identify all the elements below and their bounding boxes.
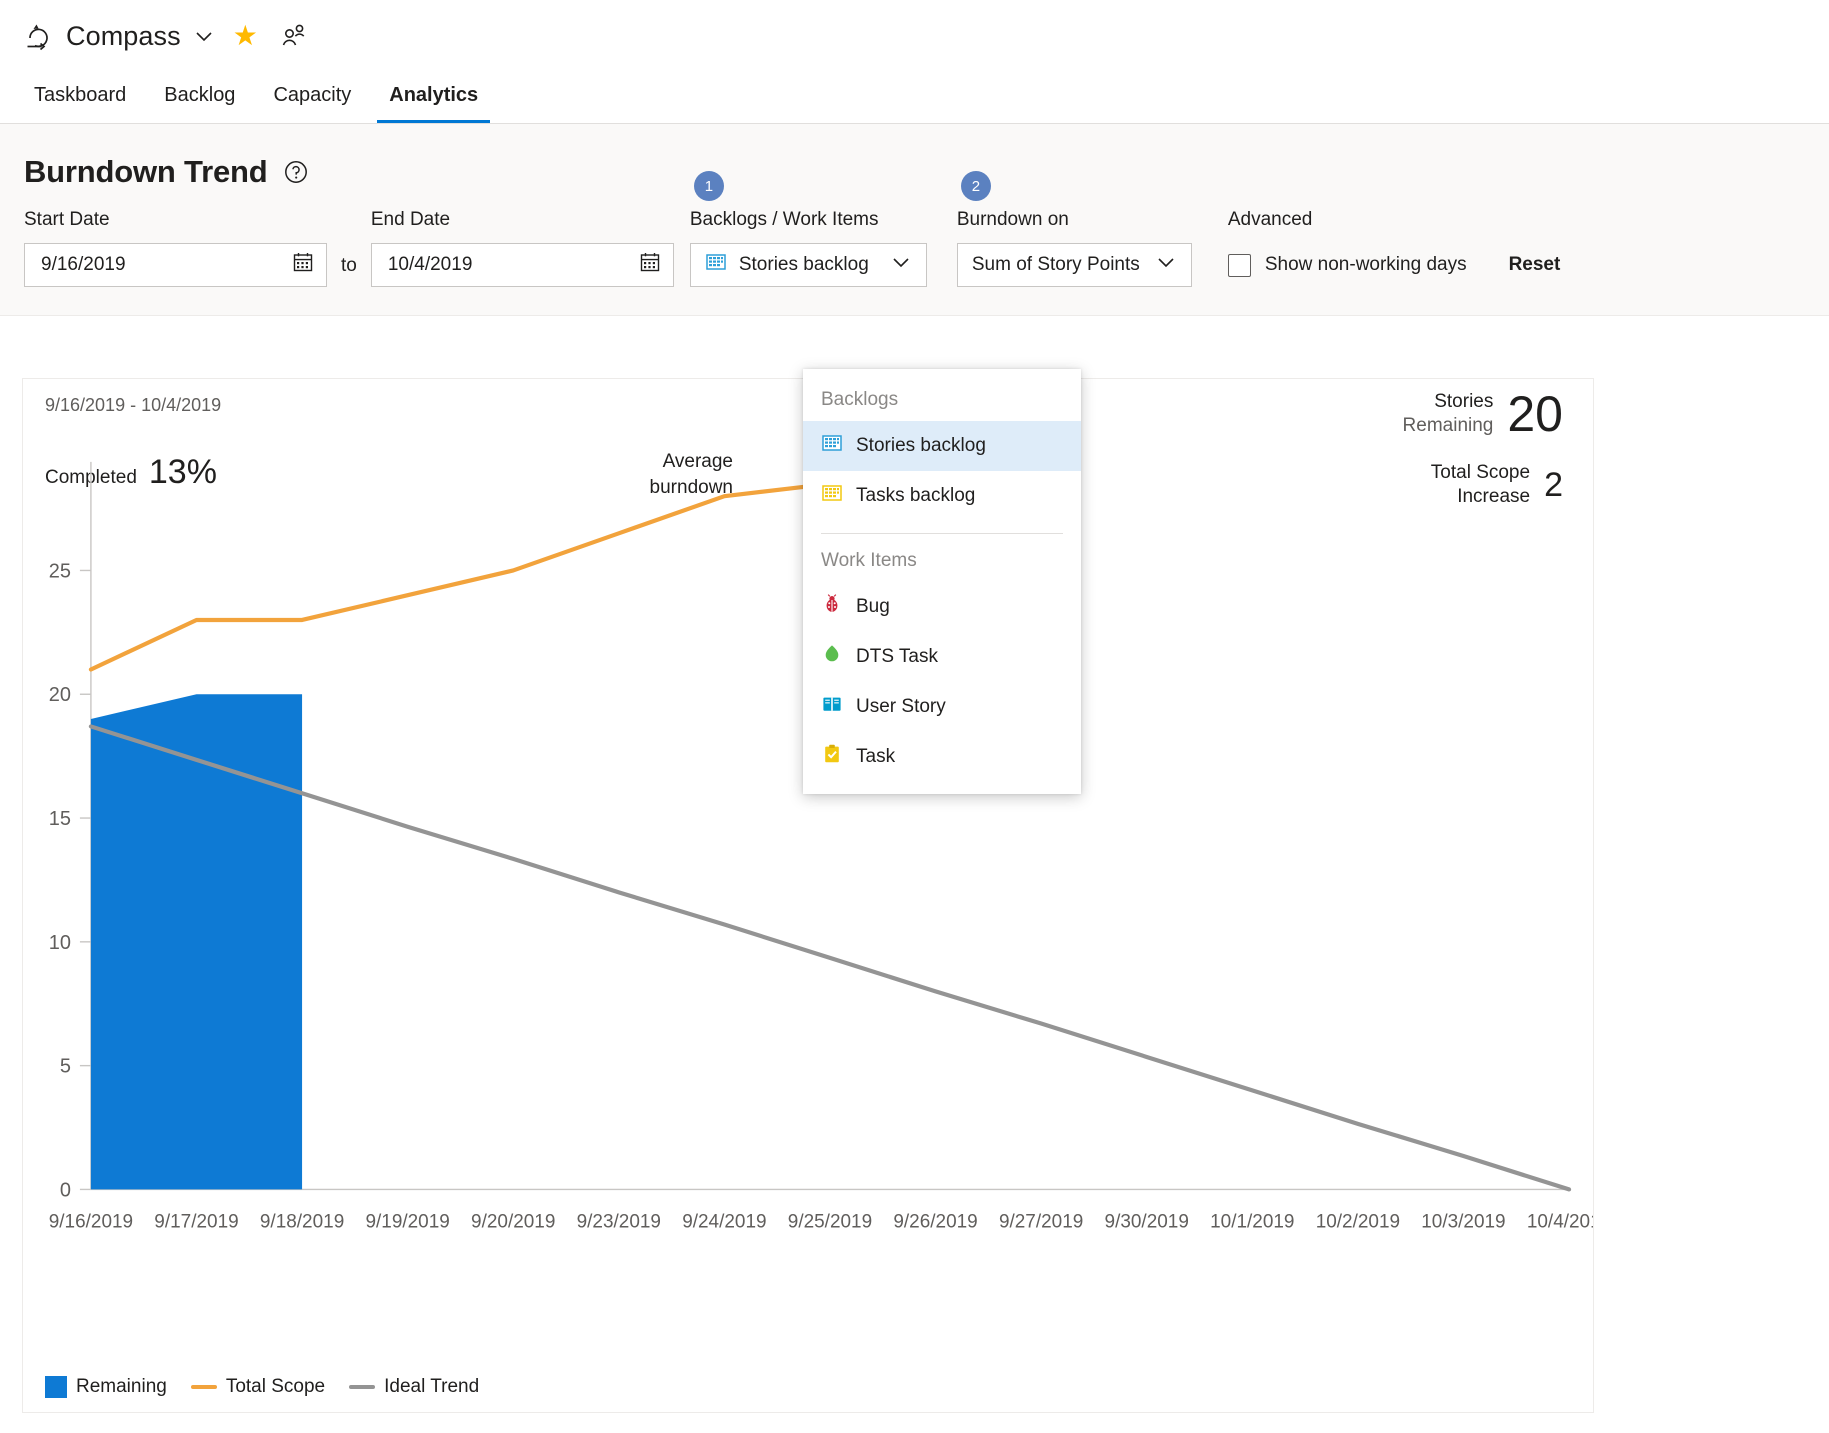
dropdown-item-label: DTS Task [856, 646, 938, 668]
user-story-icon [821, 693, 843, 721]
backlogs-label: Backlogs / Work Items [690, 209, 927, 231]
task-icon [821, 743, 843, 771]
svg-text:9/25/2019: 9/25/2019 [788, 1211, 872, 1232]
dropdown-item-task[interactable]: Task [803, 732, 1081, 782]
tab-capacity[interactable]: Capacity [261, 84, 363, 123]
legend-swatch-ideal-trend [349, 1385, 375, 1389]
end-date-group: End Date 10/4/2019 [371, 209, 674, 287]
burndown-on-dropdown[interactable]: Sum of Story Points [957, 243, 1192, 287]
dropdown-item-dts-task[interactable]: DTS Task [803, 632, 1081, 682]
top-bar: Compass ★ [0, 0, 1829, 72]
svg-text:9/18/2019: 9/18/2019 [260, 1211, 344, 1232]
dts-task-icon [821, 643, 843, 671]
legend-item-ideal-trend[interactable]: Ideal Trend [349, 1376, 479, 1398]
svg-text:10: 10 [49, 932, 71, 954]
page-title-row: Burndown Trend [24, 124, 1805, 190]
backlogs-dropdown-menu: Backlogs Stories backlog [803, 369, 1081, 794]
end-date-input[interactable]: 10/4/2019 [371, 243, 674, 287]
filter-bar: Start Date 9/16/2019 [24, 209, 1805, 287]
dropdown-group-header-backlogs: Backlogs [803, 379, 1081, 421]
chevron-down-icon[interactable] [193, 25, 215, 47]
start-date-input[interactable]: 9/16/2019 [24, 243, 327, 287]
tasks-backlog-icon [821, 482, 843, 510]
advanced-row: Show non-working days Reset [1228, 243, 1560, 287]
burndown-on-group: 2 Burndown on Sum of Story Points [957, 209, 1192, 287]
svg-text:20: 20 [49, 684, 71, 706]
svg-text:10/4/2019: 10/4/2019 [1527, 1211, 1593, 1232]
dropdown-item-label: User Story [856, 696, 946, 718]
legend-item-remaining[interactable]: Remaining [45, 1376, 167, 1398]
legend-label-remaining: Remaining [76, 1376, 167, 1398]
calendar-icon[interactable] [639, 251, 661, 279]
chevron-down-icon[interactable] [890, 251, 912, 279]
legend-label-ideal-trend: Ideal Trend [384, 1376, 479, 1398]
svg-text:9/26/2019: 9/26/2019 [893, 1211, 977, 1232]
dropdown-item-label: Task [856, 746, 895, 768]
legend-swatch-total-scope [191, 1385, 217, 1389]
svg-text:9/24/2019: 9/24/2019 [682, 1211, 766, 1232]
tab-taskboard[interactable]: Taskboard [22, 84, 138, 123]
bug-icon [821, 593, 843, 621]
svg-text:0: 0 [60, 1179, 71, 1201]
burndown-on-selected-value: Sum of Story Points [972, 254, 1143, 276]
callout-badge-1: 1 [694, 171, 724, 201]
stories-backlog-icon [821, 432, 843, 460]
stories-backlog-icon [705, 251, 727, 279]
dropdown-item-label: Tasks backlog [856, 485, 975, 507]
page-title: Burndown Trend [24, 154, 267, 190]
tab-backlog[interactable]: Backlog [152, 84, 247, 123]
svg-text:10/2/2019: 10/2/2019 [1316, 1211, 1400, 1232]
backlogs-work-items-group: 1 Backlogs / Work Items Stories backlog [690, 209, 927, 287]
advanced-group: Advanced Show non-working days Reset [1228, 209, 1560, 287]
callout-badge-2: 2 [961, 171, 991, 201]
to-separator: to [341, 255, 357, 277]
dropdown-item-label: Stories backlog [856, 435, 986, 457]
team-members-icon[interactable] [280, 22, 308, 50]
legend-item-total-scope[interactable]: Total Scope [191, 1376, 325, 1398]
backlogs-selected-value: Stories backlog [739, 254, 878, 276]
dropdown-item-user-story[interactable]: User Story [803, 682, 1081, 732]
start-date-value: 9/16/2019 [41, 254, 126, 276]
end-date-value: 10/4/2019 [388, 254, 473, 276]
dropdown-item-bug[interactable]: Bug [803, 582, 1081, 632]
calendar-icon[interactable] [292, 251, 314, 279]
legend-swatch-remaining [45, 1376, 67, 1398]
svg-text:9/19/2019: 9/19/2019 [365, 1211, 449, 1232]
dropdown-item-stories-backlog[interactable]: Stories backlog [803, 421, 1081, 471]
dropdown-item-tasks-backlog[interactable]: Tasks backlog [803, 471, 1081, 521]
page-header: Burndown Trend Start Date 9/16/2019 [0, 124, 1829, 316]
svg-text:9/20/2019: 9/20/2019 [471, 1211, 555, 1232]
dropdown-group-header-work-items: Work Items [803, 540, 1081, 582]
svg-text:9/17/2019: 9/17/2019 [154, 1211, 238, 1232]
project-name[interactable]: Compass [66, 21, 181, 52]
svg-text:9/16/2019: 9/16/2019 [49, 1211, 133, 1232]
svg-text:25: 25 [49, 560, 71, 582]
chart-legend: Remaining Total Scope Ideal Trend [45, 1376, 493, 1398]
show-non-working-days-checkbox[interactable] [1228, 254, 1251, 277]
advanced-label: Advanced [1228, 209, 1560, 231]
svg-text:9/27/2019: 9/27/2019 [999, 1211, 1083, 1232]
show-non-working-days-label: Show non-working days [1265, 254, 1467, 276]
nav-tabs: Taskboard Backlog Capacity Analytics [0, 72, 1829, 124]
tab-analytics[interactable]: Analytics [377, 84, 490, 123]
start-date-label: Start Date [24, 209, 327, 231]
start-date-group: Start Date 9/16/2019 [24, 209, 327, 287]
svg-text:9/30/2019: 9/30/2019 [1105, 1211, 1189, 1232]
azure-boards-icon [24, 21, 54, 51]
star-icon[interactable]: ★ [233, 22, 258, 50]
help-icon[interactable] [283, 159, 309, 185]
svg-text:9/23/2019: 9/23/2019 [577, 1211, 661, 1232]
reset-button[interactable]: Reset [1509, 254, 1561, 276]
svg-text:10/1/2019: 10/1/2019 [1210, 1211, 1294, 1232]
dropdown-item-label: Bug [856, 596, 890, 618]
svg-text:10/3/2019: 10/3/2019 [1421, 1211, 1505, 1232]
svg-text:15: 15 [49, 808, 71, 830]
svg-text:5: 5 [60, 1056, 71, 1078]
backlogs-dropdown[interactable]: Stories backlog [690, 243, 927, 287]
chevron-down-icon[interactable] [1155, 251, 1177, 279]
burndown-on-label: Burndown on [957, 209, 1192, 231]
dropdown-divider [821, 533, 1063, 534]
legend-label-total-scope: Total Scope [226, 1376, 325, 1398]
end-date-label: End Date [371, 209, 674, 231]
